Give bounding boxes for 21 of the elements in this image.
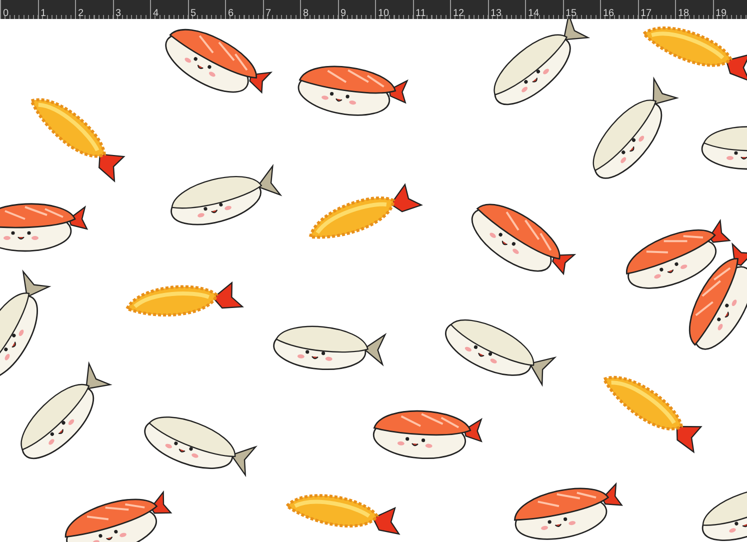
- ruler-number: 9: [340, 8, 346, 20]
- ruler-number: 5: [190, 8, 196, 20]
- ruler-number: 6: [227, 8, 234, 20]
- ruler-number: 7: [264, 8, 272, 20]
- ruler-number: 19: [714, 8, 727, 20]
- ruler-number: 10: [377, 8, 390, 20]
- fish-sushi-drawing: [701, 126, 747, 170]
- ruler-number: 12: [452, 8, 464, 20]
- ruler-number: 18: [677, 8, 690, 20]
- ruler-number: 4: [152, 8, 159, 20]
- ruler-number: 1: [40, 8, 46, 20]
- ruler-number: 15: [564, 8, 577, 20]
- ruler-number: 2: [77, 8, 84, 20]
- ruler-number: 3: [114, 8, 122, 20]
- ruler-number: 13: [490, 8, 502, 20]
- ruler-number: 0: [2, 8, 9, 20]
- ruler-number: 17: [640, 8, 652, 20]
- ruler-number: 16: [602, 8, 614, 20]
- ruler-number: 8: [302, 8, 309, 20]
- ruler-number: 11: [414, 8, 426, 20]
- ruler-number: 14: [527, 8, 540, 20]
